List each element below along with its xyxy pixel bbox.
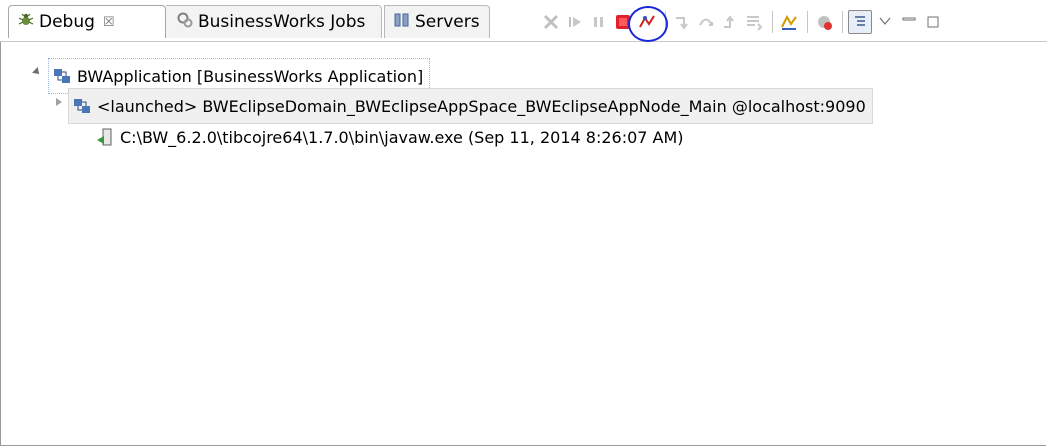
tree-item-process-label: C:\BW_6.2.0\tibcojre64\1.7.0\bin\javaw.e… (120, 127, 684, 147)
tree-item-launched[interactable]: <launched> BWEclipseDomain_BWEclipseAppS… (68, 88, 873, 124)
step-over-icon[interactable] (695, 11, 717, 33)
tab-debug-label: Debug (39, 12, 95, 32)
toolbar-separator (842, 11, 843, 33)
toolbar-separator (772, 11, 773, 33)
expand-arrow-icon[interactable] (56, 98, 62, 106)
view-menu-icon[interactable] (874, 11, 896, 33)
jobs-gear-icon (176, 11, 194, 34)
terminate-highlight-circle (628, 6, 668, 42)
application-icon (53, 67, 71, 85)
tab-servers-label: Servers (415, 12, 480, 32)
step-into-icon[interactable] (671, 11, 693, 33)
toolbar-separator (807, 11, 808, 33)
process-icon (96, 128, 114, 146)
tree-item-launched-label: <launched> BWEclipseDomain_BWEclipseAppS… (97, 96, 866, 116)
launched-icon (73, 97, 91, 115)
close-icon[interactable]: ☒ (103, 15, 115, 30)
show-system-threads-icon[interactable] (848, 10, 872, 34)
step-return-icon[interactable] (719, 11, 741, 33)
tab-businessworks-jobs[interactable]: BusinessWorks Jobs (166, 5, 382, 38)
resume-icon[interactable] (564, 11, 586, 33)
tab-businessworks-jobs-label: BusinessWorks Jobs (198, 12, 366, 32)
tab-servers[interactable]: Servers (384, 5, 490, 38)
tab-debug[interactable]: Debug ☒ (8, 5, 166, 38)
drop-to-frame-icon[interactable] (743, 11, 765, 33)
tree-item-application-label: BWApplication [BusinessWorks Application… (77, 66, 424, 86)
remove-terminated-icon[interactable] (540, 11, 562, 33)
use-step-filters-icon[interactable] (778, 11, 800, 33)
debug-bug-icon (17, 11, 35, 34)
servers-icon (393, 11, 411, 34)
tab-underline (0, 41, 1047, 42)
minimize-icon[interactable] (898, 11, 920, 33)
suspend-icon[interactable] (588, 11, 610, 33)
skip-breakpoints-icon[interactable] (813, 11, 835, 33)
debug-toolbar (540, 10, 946, 34)
maximize-icon[interactable] (922, 11, 944, 33)
tree-item-process[interactable]: C:\BW_6.2.0\tibcojre64\1.7.0\bin\javaw.e… (92, 120, 690, 154)
